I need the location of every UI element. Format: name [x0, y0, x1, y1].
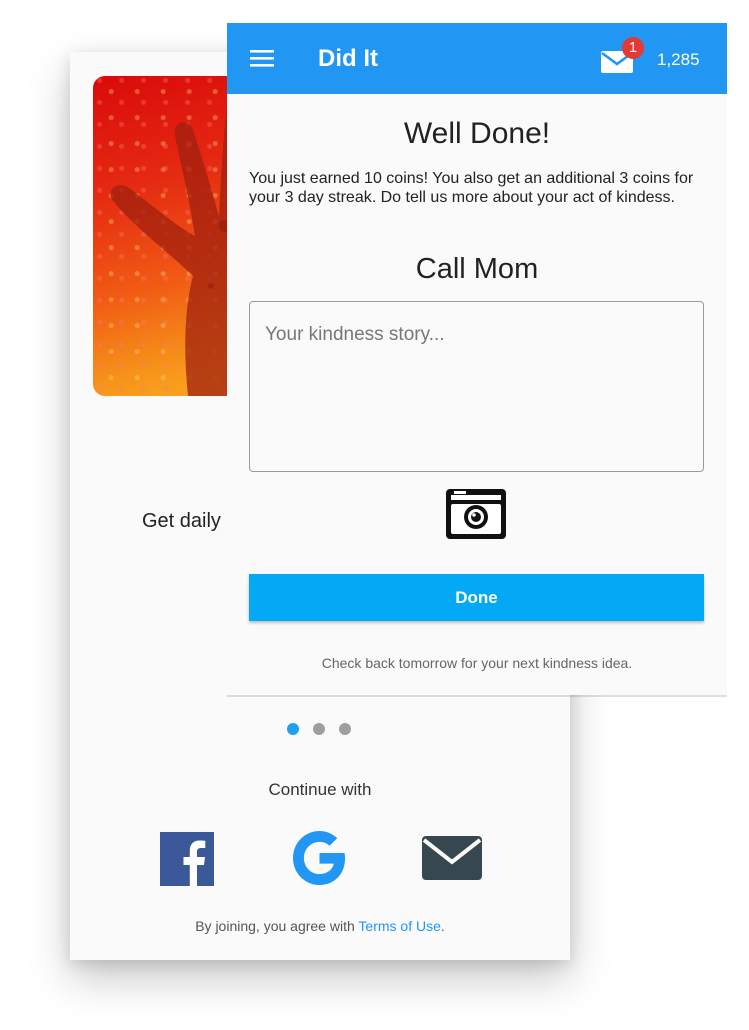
done-button[interactable]: Done: [249, 574, 704, 621]
onboarding-tagline: Get daily: [142, 510, 221, 532]
app-bar: Did It 1 1,285: [227, 23, 727, 94]
pager-dot-1[interactable]: [287, 723, 299, 735]
facebook-login-button[interactable]: [156, 828, 220, 888]
terms-prefix: By joining, you agree with: [195, 918, 359, 934]
well-done-heading: Well Done!: [403, 117, 551, 150]
menu-button[interactable]: [249, 47, 275, 69]
notification-badge: 1: [622, 37, 644, 59]
google-login-button[interactable]: [287, 828, 351, 888]
terms-suffix: .: [440, 918, 445, 934]
pager-dot-3[interactable]: [339, 723, 351, 735]
social-login-row: [70, 828, 570, 888]
continue-with-label: Continue with: [268, 780, 372, 799]
hamburger-menu-icon: [250, 50, 274, 67]
google-icon: [293, 831, 345, 885]
reward-message: You just earned 10 coins! You also get a…: [249, 170, 694, 206]
camera-icon: [446, 489, 506, 539]
pager-dots: [287, 723, 351, 735]
screenshot-stage: Get daily Continue with By joining, you …: [0, 0, 749, 1030]
terms-of-use-link[interactable]: Terms of Use: [358, 918, 440, 934]
app-title: Did It: [318, 45, 378, 72]
did-it-screen: Did It 1 1,285 Well Done! You just earne…: [227, 23, 727, 695]
email-login-button[interactable]: [420, 828, 484, 888]
facebook-icon: [160, 832, 214, 886]
coin-balance: 1,285: [657, 50, 700, 69]
kindness-deed-title: Call Mom: [415, 253, 539, 285]
next-idea-note: Check back tomorrow for your next kindne…: [321, 655, 633, 671]
pager-dot-2[interactable]: [313, 723, 325, 735]
terms-notice: By joining, you agree with Terms of Use.: [70, 918, 570, 934]
kindness-story-input[interactable]: [249, 301, 704, 472]
envelope-icon: [422, 836, 482, 880]
add-photo-button[interactable]: [445, 486, 507, 540]
